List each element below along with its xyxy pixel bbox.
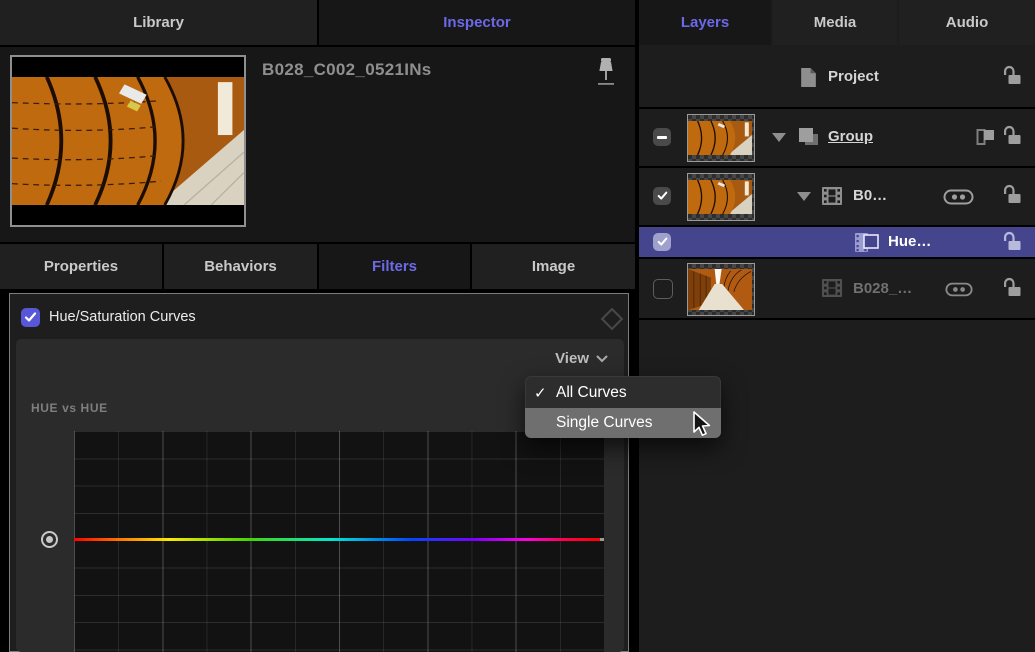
tab-media-label: Media [814,14,857,31]
checkmark-icon [657,237,668,247]
tab-filters-label: Filters [372,258,417,275]
curve-target-radio[interactable] [41,531,58,548]
unlock-icon[interactable] [1000,277,1023,299]
tab-audio-label: Audio [946,14,989,31]
pin-icon[interactable] [594,56,618,96]
chevron-down-icon [596,355,608,363]
mouse-cursor [692,411,716,439]
group-icon [797,126,820,148]
tab-media[interactable]: Media [773,0,897,45]
menu-item-all-curves[interactable]: ✓ All Curves [525,378,721,408]
unlock-icon[interactable] [1000,231,1023,253]
layer-row-hue-filter[interactable]: Hue… [639,227,1035,259]
compound-layer-icon[interactable] [975,127,997,147]
hue-checkbox-checked[interactable] [653,233,671,251]
tab-image-label: Image [532,258,575,275]
tab-filters[interactable]: Filters [319,244,470,289]
layer-row-project-label: Project [828,68,879,85]
checkmark-icon [24,312,37,323]
tab-behaviors-label: Behaviors [204,258,277,275]
clip-preview-thumbnail [10,55,246,227]
unlock-icon[interactable] [1000,125,1023,147]
layer-row-b0-label[interactable]: B0… [853,187,887,204]
b0-checkbox-checked[interactable] [653,187,671,205]
menu-item-single-curves-label: Single Curves [556,414,653,432]
group-checkbox-mixed[interactable] [653,128,671,146]
layer-row-b028-clip[interactable]: B028_… [639,259,1035,320]
tab-inspector[interactable]: Inspector [319,0,635,45]
inspector-panel: Library Inspector [0,0,635,652]
b0-thumbnail[interactable] [687,173,755,221]
clip-title: B028_C002_0521INs [262,60,432,80]
filmstrip-icon [822,187,842,205]
minus-icon [657,136,667,139]
tab-behaviors[interactable]: Behaviors [164,244,317,289]
tab-image[interactable]: Image [472,244,635,289]
layer-row-hue-label[interactable]: Hue… [888,233,931,250]
hue-curve-line[interactable] [74,538,600,541]
link-icon[interactable] [945,282,973,297]
layers-panel: Layers Media Audio Project [639,0,1035,652]
layer-row-b0-clip[interactable]: B0… [639,168,1035,227]
tab-inspector-label: Inspector [443,14,511,31]
link-icon[interactable] [943,189,974,205]
unlock-icon[interactable] [1000,184,1023,206]
unlock-icon[interactable] [1000,65,1023,87]
menu-checkmark-icon: ✓ [534,384,556,402]
layer-row-group[interactable]: Group [639,109,1035,168]
project-document-icon [800,67,817,88]
layer-row-project[interactable]: Project [639,47,1035,109]
group-thumbnail[interactable] [687,114,755,162]
curve-section-label: HUE vs HUE [31,401,108,415]
tab-layers-label: Layers [681,14,729,31]
tab-properties-label: Properties [44,258,118,275]
hue-curve-endpoint[interactable] [600,538,604,541]
filter-enable-checkbox[interactable] [21,308,40,327]
b0-disclosure-triangle[interactable] [797,192,811,201]
motion-app-window: Library Inspector [0,0,1035,652]
keyframe-diamond-icon[interactable] [601,308,624,331]
curve-target-radio-dot [46,536,53,543]
tunnel-preview-image [12,77,244,205]
b028-thumbnail[interactable] [687,263,755,316]
hue-curve-grid[interactable] [74,431,604,652]
b028-checkbox-unchecked[interactable] [653,279,673,299]
clip-preview-area: B028_C002_0521INs [0,47,635,242]
group-disclosure-triangle[interactable] [772,133,786,142]
tab-library[interactable]: Library [0,0,317,45]
filter-on-clip-icon [855,231,883,254]
layer-row-b028-label[interactable]: B028_… [853,280,912,297]
layer-row-group-label[interactable]: Group [828,128,873,145]
menu-item-all-curves-label: All Curves [556,384,627,402]
tab-properties[interactable]: Properties [0,244,162,289]
filter-pane: Hue/Saturation Curves View HUE vs HUE [9,293,629,652]
tab-layers[interactable]: Layers [639,0,771,45]
view-dropdown-button[interactable]: View [555,350,608,367]
view-dropdown-label: View [555,350,589,367]
checkmark-icon [657,191,668,201]
filmstrip-icon [822,279,842,297]
tab-library-label: Library [133,14,184,31]
filter-title: Hue/Saturation Curves [49,309,196,325]
tab-audio[interactable]: Audio [899,0,1035,45]
